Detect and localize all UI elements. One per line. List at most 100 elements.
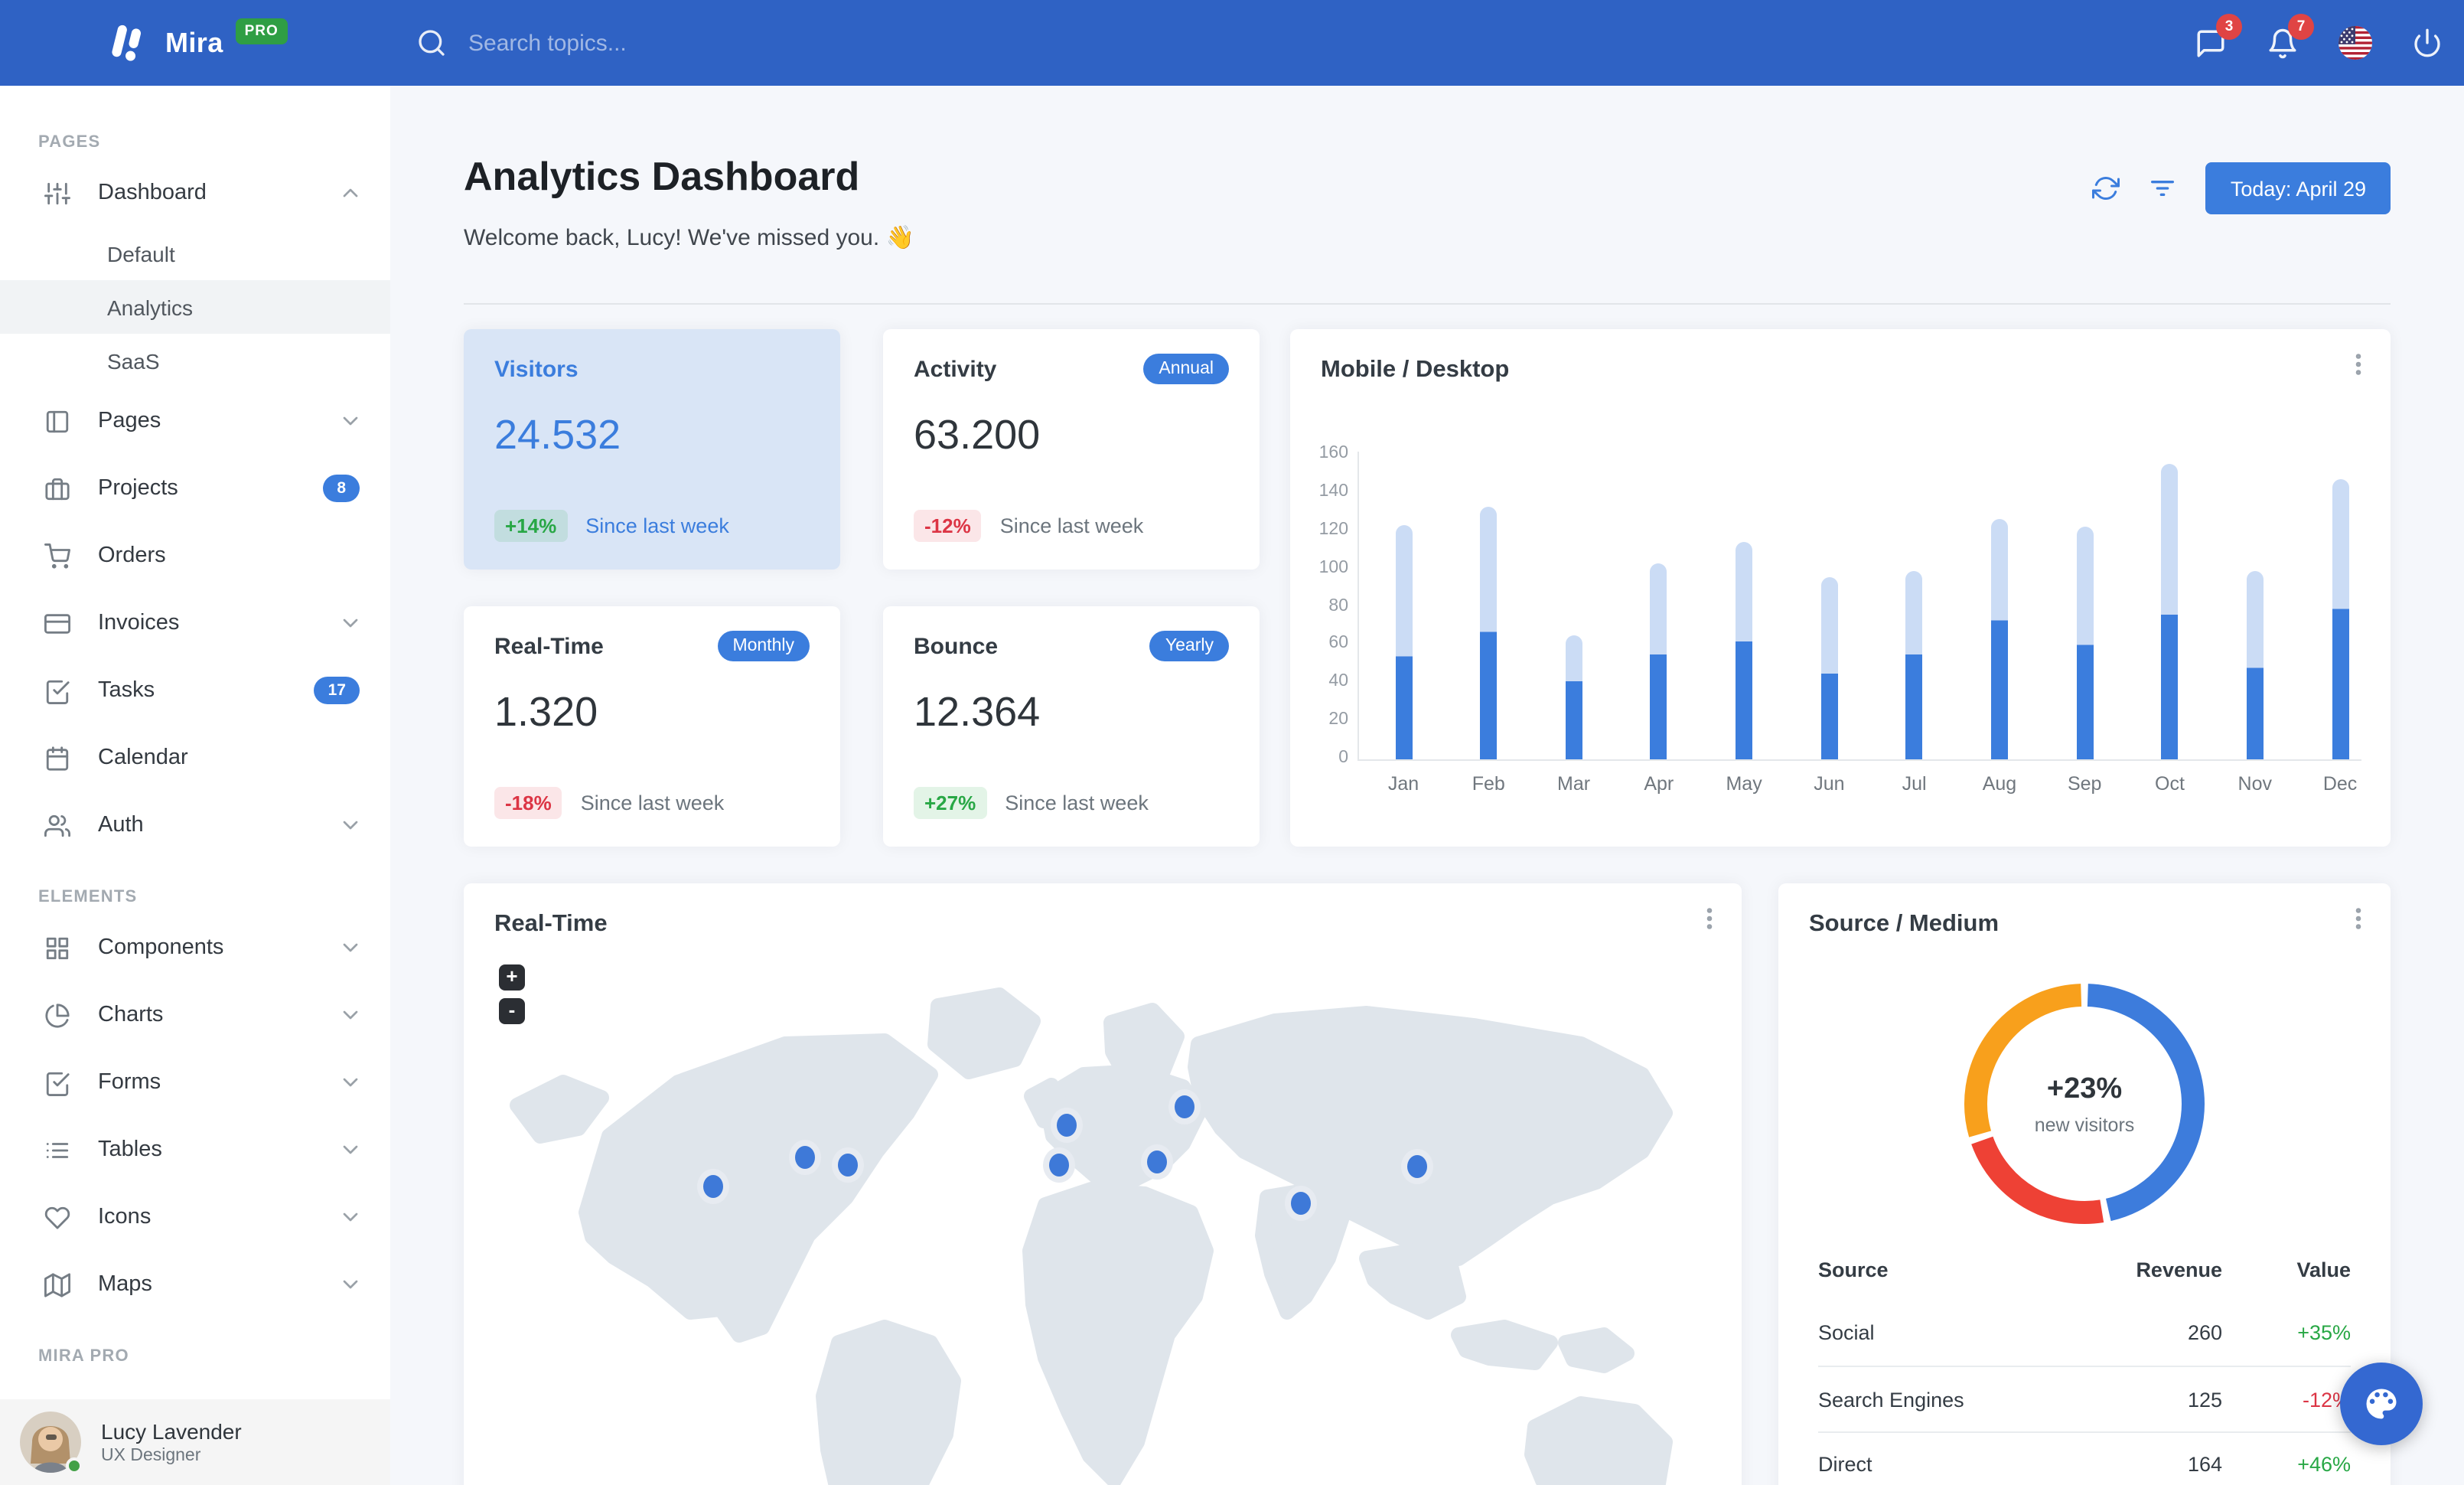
cell-source: Social [1818,1321,1875,1344]
map-marker[interactable] [1147,1150,1167,1173]
sidebar-subitem-label: SaaS [107,348,160,373]
column-header-value: Value [2296,1258,2351,1281]
stat-card-period-badge[interactable]: Monthly [717,631,810,661]
map-marker[interactable] [795,1146,815,1169]
stat-card-note: Since last week [999,514,1144,537]
sidebar-subitem-saas[interactable]: SaaS [0,334,390,387]
messages-count-badge: 3 [2216,13,2242,39]
theme-settings-button[interactable] [2340,1363,2423,1445]
x-axis-label: Feb [1472,773,1505,795]
column-header-source: Source [1818,1258,1889,1281]
sidebar-item-charts[interactable]: Charts [0,981,390,1049]
sidebar-item-label: Projects [98,476,178,501]
refresh-button[interactable] [2092,175,2120,202]
sidebar-item-tasks[interactable]: Tasks 17 [0,657,390,724]
stat-card-title: Real-Time [494,634,604,660]
filter-button[interactable] [2148,173,2179,204]
brand-name: Mira [165,27,223,57]
briefcase-icon [44,475,70,501]
refresh-icon [2092,175,2120,202]
notifications-count-badge: 7 [2288,13,2314,39]
sidebar-item-invoices[interactable]: Invoices [0,589,390,657]
map-landmass [1451,1320,1558,1370]
sidebar-section-pages: PAGES [38,133,101,152]
sidebar-item-label: Dashboard [98,181,207,205]
bar-dec [2332,479,2349,759]
stat-card-bounce: Bounce Yearly 12.364 +27% Since last week [883,606,1260,847]
y-axis-line [1357,452,1359,759]
bar-aug [1990,519,2008,759]
map-marker[interactable] [1407,1155,1427,1178]
grid-icon [44,935,70,961]
sidebar-item-auth[interactable]: Auth [0,791,390,859]
y-axis-tick: 20 [1328,710,1348,729]
cell-value: +46% [2297,1453,2351,1476]
source-menu-button[interactable] [2345,905,2372,932]
chevron-down-icon [338,1272,363,1297]
map-marker[interactable] [1291,1192,1311,1215]
map-marker[interactable] [703,1175,723,1198]
sidebar-item-dashboard[interactable]: Dashboard [0,159,390,227]
chevron-down-icon [338,1070,363,1095]
sidebar-item-label: Pages [98,409,161,433]
sidebar-item-forms[interactable]: Forms [0,1049,390,1116]
sidebar-item-projects[interactable]: Projects 8 [0,455,390,522]
sidebar-item-label: Tables [98,1137,162,1162]
table-row-social: Social 260 +35% [1818,1300,2351,1366]
sidebar-item-maps[interactable]: Maps [0,1251,390,1318]
sidebar-item-calendar[interactable]: Calendar [0,724,390,791]
brand-logo[interactable]: Mira PRO [107,0,288,86]
sidebar-item-components[interactable]: Components [0,914,390,981]
world-map [510,987,1673,1485]
language-flag-button[interactable] [2339,26,2372,60]
map-landmass [927,987,1041,1079]
stat-cards-grid: Visitors 24.532 +14% Since last week Activit… [464,329,1260,847]
stat-card-value: 12.364 [914,689,1041,735]
map-zoom-out-button[interactable]: - [499,998,525,1024]
sidebar-section-mira-pro: MIRA PRO [38,1347,129,1366]
map-landmass [816,1320,961,1485]
cell-source: Search Engines [1818,1388,1964,1411]
map-marker[interactable] [1057,1114,1077,1137]
map-menu-button[interactable] [1696,905,1723,932]
stat-card-delta: -18% [494,787,562,819]
donut-slice-search-engines [1971,1136,2104,1224]
map-marker[interactable] [838,1154,858,1177]
stat-card-value: 1.320 [494,689,598,735]
logout-button[interactable] [2412,28,2443,58]
bar-oct [2161,464,2179,759]
sidebar-item-icons[interactable]: Icons [0,1183,390,1251]
sidebar-item-label: Forms [98,1070,161,1095]
map-marker[interactable] [1049,1154,1069,1177]
sidebar-subitem-analytics[interactable]: Analytics [0,280,390,334]
sliders-icon [44,180,70,206]
stat-card-period-badge[interactable]: Yearly [1149,631,1229,661]
source-medium-card: Source / Medium +23% new visitors Source… [1778,883,2391,1485]
sidebar-user[interactable]: Lucy Lavender UX Designer [0,1399,390,1485]
stat-card-period-badge[interactable]: Annual [1143,354,1229,384]
sidebar-icon [44,408,70,434]
sidebar-item-pages[interactable]: Pages [0,387,390,455]
y-axis-tick: 40 [1328,672,1348,691]
stat-card-value: 24.532 [494,412,621,458]
y-axis-tick: 120 [1318,520,1348,539]
header-actions: Today: April 29 [2092,162,2391,214]
sidebar-item-orders[interactable]: Orders [0,522,390,589]
x-axis-label: Nov [2237,773,2272,795]
search-input[interactable] [465,28,986,57]
stat-card-delta: +27% [914,787,987,819]
map-landmass [1359,1243,1466,1320]
map-zoom-in-button[interactable]: + [499,964,525,991]
chevron-down-icon [338,1003,363,1027]
search-icon [416,28,447,58]
online-status-dot [66,1457,83,1474]
column-header-revenue: Revenue [2136,1258,2222,1281]
bar-apr [1650,563,1667,759]
sidebar-subitem-default[interactable]: Default [0,227,390,280]
notifications-button[interactable]: 7 [2267,13,2314,59]
map-marker[interactable] [1175,1095,1195,1118]
messages-button[interactable]: 3 [2195,13,2242,59]
date-range-button[interactable]: Today: April 29 [2205,162,2391,214]
x-axis-label: Jan [1387,773,1419,795]
sidebar-item-tables[interactable]: Tables [0,1116,390,1183]
